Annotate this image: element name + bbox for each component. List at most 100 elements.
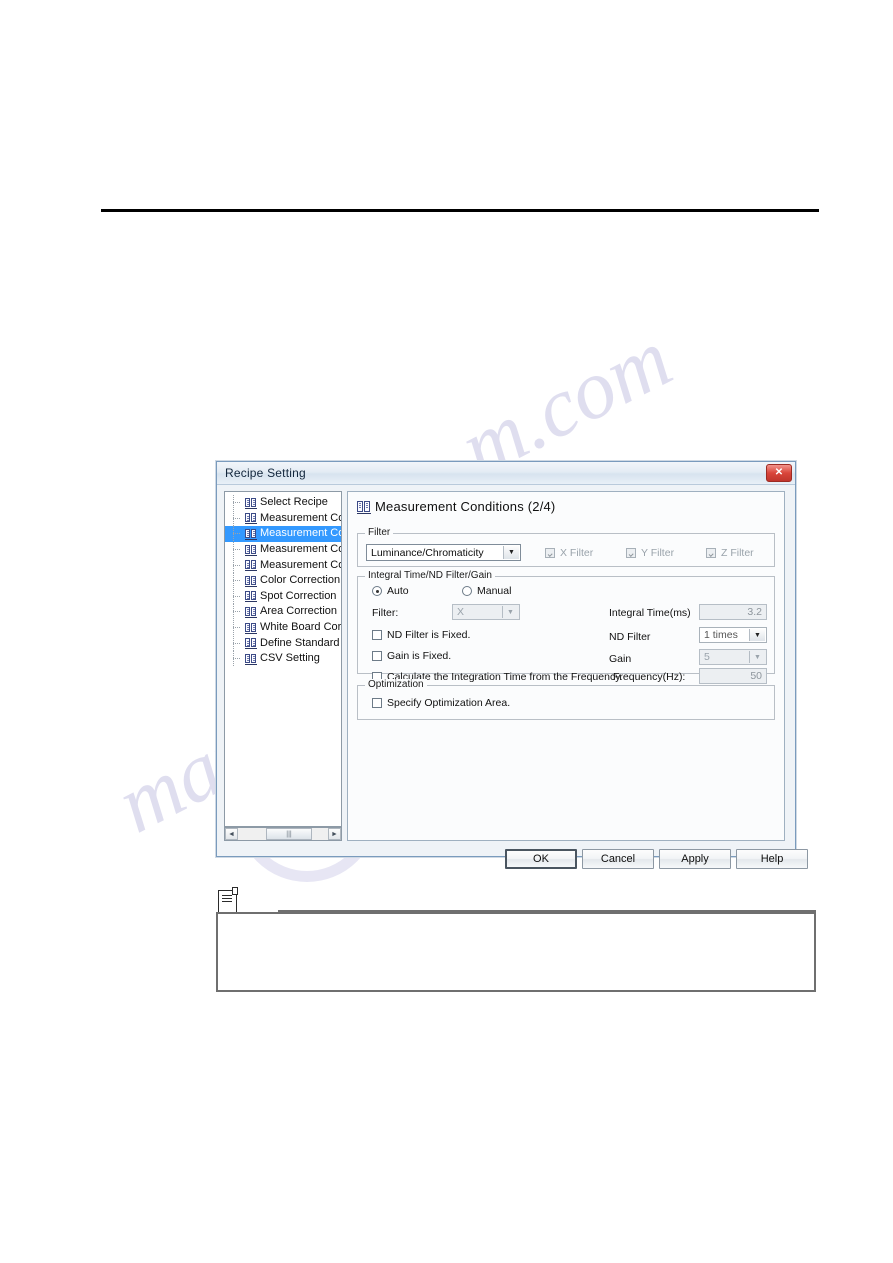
tree-item-measurement-conditions-1[interactable]: Measurement Co [225, 510, 342, 527]
chevron-down-icon[interactable]: ▼ [502, 606, 518, 618]
book-icon [245, 528, 257, 540]
gain-fixed-label: Gain is Fixed. [387, 650, 452, 662]
filter-group: Filter Luminance/Chromaticity ▼ X Filter… [357, 527, 775, 567]
integral-group-legend: Integral Time/ND Filter/Gain [365, 570, 495, 581]
integral-time-field[interactable]: 3.2 [699, 604, 767, 620]
scrollbar-thumb[interactable]: ||| [266, 828, 312, 840]
checkbox-box [372, 630, 382, 640]
tree-item-measurement-conditions-3[interactable]: Measurement Co [225, 542, 341, 558]
tree-item-measurement-conditions-2[interactable]: Measurement Co [225, 526, 341, 542]
x-filter-checkbox[interactable]: X Filter [545, 547, 593, 559]
integral-time-group: Integral Time/ND Filter/Gain Auto Manual… [357, 570, 775, 684]
book-icon [245, 622, 257, 634]
gain-fixed-checkbox[interactable]: Gain is Fixed. [372, 650, 451, 662]
chevron-down-icon[interactable]: ▼ [503, 546, 519, 559]
book-icon [245, 606, 257, 618]
gain-value: 5 [704, 651, 710, 663]
checkbox-box [372, 651, 382, 661]
tree-connector-icon [232, 651, 245, 667]
chevron-down-icon[interactable]: ▼ [749, 651, 765, 663]
frequency-field[interactable]: 50 [699, 668, 767, 684]
cancel-button[interactable]: Cancel [582, 849, 654, 869]
tree-item-label: White Board Corr [260, 621, 342, 634]
tree-item-measurement-conditions-4[interactable]: Measurement Co [225, 557, 341, 573]
tree-connector-icon [232, 573, 245, 589]
nd-filter-select[interactable]: 1 times ▼ [699, 627, 767, 643]
tree-item-label: Select Recipe [260, 496, 328, 509]
book-icon [245, 497, 257, 509]
measurement-mode-select[interactable]: Luminance/Chromaticity ▼ [366, 544, 521, 561]
tree-item-select-recipe[interactable]: Select Recipe [225, 495, 341, 511]
dialog-button-row: OK Cancel Apply Help [347, 849, 808, 871]
auto-label: Auto [387, 585, 409, 597]
filter-label: Filter: [372, 607, 399, 619]
gain-label: Gain [609, 653, 632, 665]
tree-connector-icon [232, 635, 245, 651]
z-filter-checkbox[interactable]: Z Filter [706, 547, 754, 559]
dialog-title: Recipe Setting [225, 466, 306, 480]
integral-time-value: 3.2 [747, 606, 762, 618]
z-filter-label: Z Filter [721, 547, 754, 559]
book-icon [245, 513, 257, 525]
tree-item-color-correction[interactable]: Color Correction [225, 573, 341, 589]
integral-time-label: Integral Time(ms) [609, 607, 691, 619]
header-rule [101, 209, 819, 212]
tree-connector-icon [232, 510, 245, 526]
y-filter-checkbox[interactable]: Y Filter [626, 547, 674, 559]
tree-item-label: Spot Correction [260, 589, 337, 602]
help-button[interactable]: Help [736, 849, 808, 869]
manual-radio[interactable]: Manual [462, 585, 511, 597]
manual-label: Manual [477, 585, 512, 597]
frequency-label: Frequency(Hz): [613, 671, 686, 683]
recipe-tree[interactable]: Select Recipe Measurement Co Measurement… [224, 491, 342, 827]
scrollbar-track[interactable]: ||| [238, 828, 328, 840]
checkbox-box [372, 698, 382, 708]
frequency-value: 50 [750, 670, 762, 682]
tree-list: Select Recipe Measurement Co Measurement… [225, 492, 341, 667]
tree-connector-icon [232, 604, 245, 620]
specify-optimization-area-checkbox[interactable]: Specify Optimization Area. [372, 697, 510, 709]
x-filter-label: X Filter [560, 547, 594, 559]
tree-connector-icon [232, 620, 245, 636]
checkbox-box [545, 548, 555, 558]
radio-dot [372, 586, 382, 596]
tree-item-white-board-correction[interactable]: White Board Corr [225, 620, 341, 636]
book-icon [245, 591, 257, 603]
recipe-setting-dialog: Recipe Setting ✕ Select Recipe Measureme… [216, 461, 808, 869]
book-icon [245, 544, 257, 556]
book-icon [245, 575, 257, 587]
tree-item-define-standard[interactable]: Define Standard [225, 635, 341, 651]
tree-horizontal-scrollbar[interactable]: ◄ ||| ► [224, 827, 342, 841]
filter-group-legend: Filter [365, 527, 394, 538]
tree-connector-icon [232, 495, 245, 511]
scroll-right-arrow-icon[interactable]: ► [328, 828, 341, 840]
filter-select[interactable]: X ▼ [452, 604, 520, 620]
dialog-title-bar[interactable]: Recipe Setting ✕ [217, 462, 795, 485]
chevron-down-icon[interactable]: ▼ [749, 629, 765, 641]
nd-filter-label: ND Filter [609, 631, 651, 643]
tree-item-label: Measurement Co [260, 527, 342, 540]
apply-button[interactable]: Apply [659, 849, 731, 869]
tree-item-spot-correction[interactable]: Spot Correction [225, 588, 341, 605]
gain-select[interactable]: 5 ▼ [699, 649, 767, 665]
tree-item-label: Define Standard [260, 636, 340, 649]
scroll-left-arrow-icon[interactable]: ◄ [225, 828, 238, 840]
radio-dot [462, 586, 472, 596]
note-box [216, 912, 816, 992]
page-title: Measurement Conditions (2/4) [375, 499, 556, 514]
pane-header: Measurement Conditions (2/4) [357, 499, 784, 514]
book-icon [357, 500, 371, 514]
tree-item-area-correction[interactable]: Area Correction [225, 604, 341, 620]
tree-item-label: Measurement Co [260, 558, 342, 571]
tree-connector-icon [232, 542, 245, 558]
y-filter-label: Y Filter [641, 547, 675, 559]
auto-radio[interactable]: Auto [372, 585, 409, 597]
close-icon[interactable]: ✕ [766, 464, 792, 482]
tree-item-label: Measurement Co [260, 511, 342, 524]
tree-item-csv-setting[interactable]: CSV Setting [225, 651, 341, 667]
nd-filter-fixed-checkbox[interactable]: ND Filter is Fixed. [372, 629, 470, 641]
specify-optimization-area-label: Specify Optimization Area. [387, 697, 511, 709]
note-icon [218, 887, 238, 913]
book-icon [245, 560, 257, 572]
ok-button[interactable]: OK [505, 849, 577, 869]
